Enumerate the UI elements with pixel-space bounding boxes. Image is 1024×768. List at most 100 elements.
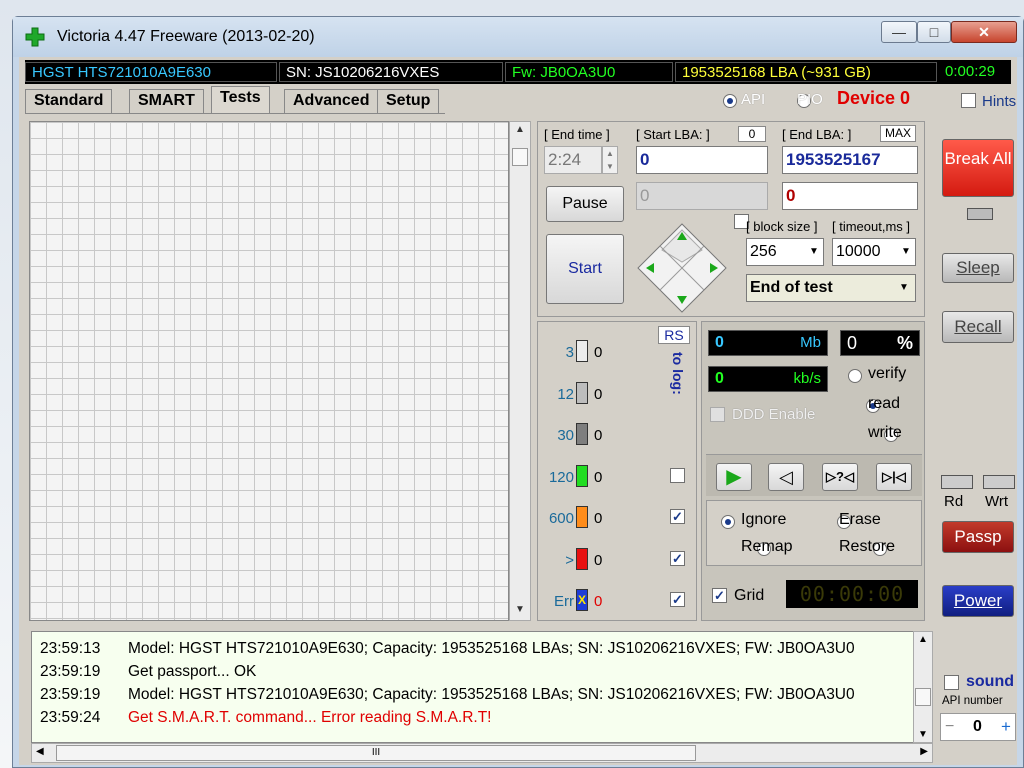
pio-label: PIO [797, 91, 823, 108]
minus-icon[interactable]: − [945, 718, 954, 736]
timeout-label: [ timeout,ms ] [832, 219, 911, 234]
end-action-select[interactable]: End of test [746, 274, 916, 302]
log-checkbox[interactable] [670, 467, 685, 483]
tab-advanced[interactable]: Advanced [284, 89, 379, 113]
tab-tests[interactable]: Tests [211, 86, 270, 113]
end-time-spinner[interactable]: ▲ ▼ [602, 146, 618, 174]
api-number-spinner[interactable]: − 0 + [940, 713, 1016, 741]
start-lba-input[interactable]: 0 [636, 146, 768, 174]
ddd-checkbox[interactable] [710, 407, 725, 422]
hints-label: Hints [982, 93, 1017, 110]
main-window: Victoria 4.47 Freeware (2013-02-20) — □ … [12, 16, 1024, 768]
scroll-down-icon[interactable]: ▼ [914, 729, 932, 740]
hints-checkbox[interactable] [961, 93, 976, 108]
log-hscroll-thumb[interactable]: III [56, 745, 696, 761]
log-checkbox[interactable]: ✓ [670, 592, 685, 607]
counter-label: 3 [565, 344, 574, 361]
scroll-thumb[interactable] [512, 148, 528, 166]
percent-value: 0 [847, 333, 858, 353]
chevron-down-icon[interactable]: ▼ [806, 240, 822, 264]
green-cross-icon [25, 27, 45, 47]
rd-label: Rd [944, 493, 964, 510]
api-number-value: 0 [973, 718, 982, 735]
start-lba-label: [ Start LBA: ] [636, 127, 710, 142]
play-icon[interactable]: ▶ [716, 463, 752, 491]
counter-value: 0 [594, 468, 603, 486]
end-lba-label: [ End LBA: ] [782, 127, 852, 142]
end-time-field[interactable]: 2:24 [544, 146, 602, 174]
counter-value: 0 [594, 427, 603, 444]
log-entry: 23:59:19 Model: HGST HTS721010A9E630; Cap… [40, 686, 855, 704]
plus-icon[interactable]: + [1001, 717, 1011, 737]
scroll-up-icon[interactable]: ▲ [510, 124, 530, 138]
log-checkbox[interactable]: ✓ [670, 509, 685, 524]
elapsed-timer: 0:00:29 [945, 63, 996, 80]
ignore-radio[interactable] [721, 515, 735, 530]
power-button[interactable]: Power [942, 585, 1014, 617]
api-label: API [741, 91, 766, 108]
activity-indicator [967, 208, 993, 220]
scroll-down-icon[interactable]: ▼ [510, 604, 530, 618]
scroll-left-icon[interactable]: ◀ [36, 746, 44, 757]
tab-setup[interactable]: Setup [377, 89, 440, 113]
client-area: HGST HTS721010A9E630 SN: JS10206216VXES … [19, 57, 1017, 765]
verify-radio[interactable] [848, 369, 862, 384]
log-time: 23:59:19 [40, 686, 101, 703]
sleep-button[interactable]: Sleep [942, 253, 1014, 283]
read-label: read [868, 395, 901, 412]
rewind-icon[interactable]: ◁ [768, 463, 804, 491]
ignore-label: Ignore [741, 511, 787, 528]
passport-button[interactable]: Passp [942, 521, 1014, 553]
minimize-button[interactable]: — [881, 21, 917, 43]
latency-swatch [576, 423, 588, 445]
end-icon[interactable]: ▷|◁ [876, 463, 912, 491]
chevron-down-icon[interactable]: ▼ [894, 276, 914, 300]
log-time: 23:59:19 [40, 663, 101, 680]
api-number-label: API number [942, 695, 1003, 707]
latency-swatch [576, 340, 588, 362]
chevron-down-icon[interactable]: ▼ [898, 240, 914, 264]
api-radio[interactable] [723, 94, 737, 109]
log-scroll-thumb[interactable] [915, 688, 931, 706]
reset-counters-button[interactable]: RS [658, 326, 690, 344]
start-lba-counter: 0 [738, 126, 766, 142]
maximize-button[interactable]: □ [917, 21, 951, 43]
title-bar[interactable]: Victoria 4.47 Freeware (2013-02-20) — □ … [13, 17, 1023, 57]
grid-scrollbar[interactable]: ▲ ▼ [509, 121, 531, 621]
current-lba-field: 0 [636, 182, 768, 210]
close-button[interactable]: ✕ [951, 21, 1017, 43]
log-checkbox[interactable]: ✓ [670, 550, 685, 566]
speed-unit: kb/s [793, 370, 821, 387]
log-vertical-scrollbar[interactable]: ▲ ▼ [913, 631, 933, 743]
direction-pad-icon[interactable] [636, 222, 728, 314]
percent-unit: % [896, 333, 913, 353]
sound-label: sound [966, 673, 1014, 690]
latency-swatch [576, 547, 588, 570]
tab-smart[interactable]: SMART [129, 89, 204, 113]
break-all-button[interactable]: Break All [942, 139, 1014, 197]
counter-value: 0 [594, 551, 603, 569]
device-label: Device 0 [837, 88, 911, 108]
write-indicator [983, 475, 1015, 489]
start-button[interactable]: Start [546, 234, 624, 304]
remap-label: Remap [741, 538, 793, 555]
scroll-right-icon[interactable]: ▶ [920, 746, 928, 757]
end-lba-input[interactable]: 1953525167 [782, 146, 918, 174]
sound-checkbox[interactable] [944, 675, 959, 690]
scroll-up-icon[interactable]: ▲ [914, 634, 932, 645]
pause-button[interactable]: Pause [546, 186, 624, 222]
log-message: Get passport... OK [128, 663, 257, 680]
grid-checkbox[interactable]: ✓ [712, 588, 727, 603]
latency-swatch [576, 464, 588, 487]
tab-standard[interactable]: Standard [25, 89, 113, 113]
counter-label: Err [554, 593, 574, 610]
skip-icon[interactable]: ▷?◁ [822, 463, 858, 491]
to-log-label: to log: [670, 352, 686, 395]
log-horizontal-scrollbar[interactable]: ◀ III ▶ [31, 743, 933, 763]
drive-capacity: 1953525168 LBA (~931 GB) [675, 62, 937, 82]
recall-button[interactable]: Recall [942, 311, 1014, 343]
tab-divider [25, 113, 445, 114]
latency-swatch [576, 506, 588, 528]
max-button[interactable]: MAX [880, 125, 916, 142]
statistics-panel: 0 Mb 0 % 0 kb/s DDD Enable verify read w… [701, 321, 925, 621]
